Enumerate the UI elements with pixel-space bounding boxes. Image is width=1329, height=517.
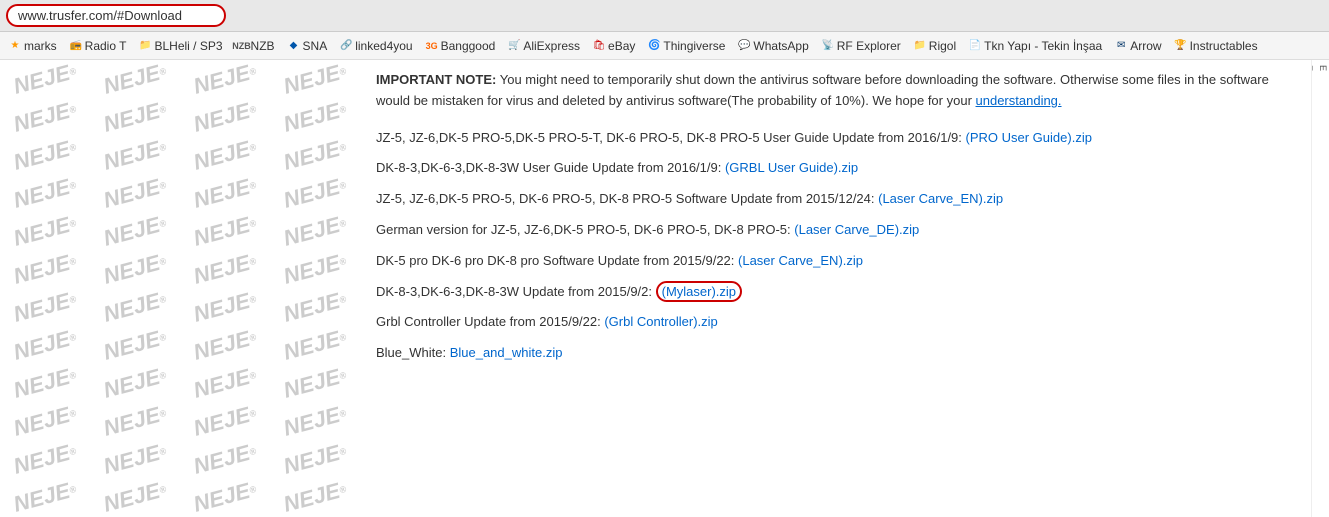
right-edge-text: E	[1317, 64, 1329, 517]
download-prefix: JZ-5, JZ-6,DK-5 PRO-5, DK-6 PRO-5, DK-8 …	[376, 191, 878, 206]
bookmarks-bar: ★ marks 📻 Radio T 📁 BLHeli / SP3 NZB NZB…	[0, 32, 1329, 60]
bookmark-rigol[interactable]: 📁 Rigol	[909, 38, 960, 54]
bookmark-arrow[interactable]: ✉ Arrow	[1110, 38, 1165, 54]
rfexplorer-icon: 📡	[821, 39, 835, 53]
bookmark-marks[interactable]: ★ marks	[4, 38, 61, 54]
download-prefix: DK-5 pro DK-6 pro DK-8 pro Software Upda…	[376, 253, 738, 268]
tkn-icon: 📄	[968, 39, 982, 53]
bookmark-tkn[interactable]: 📄 Tkn Yapı - Tekin İnşaa	[964, 38, 1106, 54]
folder-icon: 📁	[138, 39, 152, 53]
arrow-mail-icon: ✉	[1114, 39, 1128, 53]
download-link-7[interactable]: (Grbl Controller).zip	[604, 314, 717, 329]
download-item-5: DK-5 pro DK-6 pro DK-8 pro Software Upda…	[376, 251, 1295, 272]
aliexpress-icon: 🛒	[507, 39, 521, 53]
download-item-2: DK-8-3,DK-6-3,DK-8-3W User Guide Update …	[376, 158, 1295, 179]
bookmark-aliexpress[interactable]: 🛒 AliExpress	[503, 38, 584, 54]
download-link-1[interactable]: (PRO User Guide).zip	[966, 130, 1092, 145]
bookmark-instructables[interactable]: 🏆 Instructables	[1170, 38, 1262, 54]
bookmark-label: SNA	[303, 39, 328, 53]
bookmark-blheli[interactable]: 📁 BLHeli / SP3	[134, 38, 226, 54]
bookmark-ebay[interactable]: 🛍 eBay	[588, 38, 639, 54]
bookmark-label: marks	[24, 39, 57, 53]
thingiverse-icon: 🌀	[647, 39, 661, 53]
bookmark-label: Rigol	[929, 39, 956, 53]
content-area: IMPORTANT NOTE: You might need to tempor…	[360, 60, 1311, 517]
download-item-4: German version for JZ-5, JZ-6,DK-5 PRO-5…	[376, 220, 1295, 241]
understanding-link[interactable]: understanding.	[976, 93, 1062, 108]
neje-background: // Will be generated by JS below NEJE®NE…	[0, 60, 360, 517]
bookmark-label: eBay	[608, 39, 635, 53]
bookmark-label: RF Explorer	[837, 39, 901, 53]
bookmark-linked4you[interactable]: 🔗 linked4you	[335, 38, 416, 54]
bookmark-radio[interactable]: 📻 Radio T	[65, 38, 131, 54]
download-prefix: DK-8-3,DK-6-3,DK-8-3W Update from 2015/9…	[376, 284, 656, 299]
bookmark-whatsapp[interactable]: 💬 WhatsApp	[733, 38, 812, 54]
download-prefix: DK-8-3,DK-6-3,DK-8-3W User Guide Update …	[376, 160, 725, 175]
bookmark-label: Banggood	[441, 39, 496, 53]
download-link-8[interactable]: Blue_and_white.zip	[450, 345, 563, 360]
download-prefix: Blue_White:	[376, 345, 450, 360]
address-bar-row: www.trusfer.com/#Download	[0, 0, 1329, 32]
download-item-1: JZ-5, JZ-6,DK-5 PRO-5,DK-5 PRO-5-T, DK-6…	[376, 128, 1295, 149]
download-item-3: JZ-5, JZ-6,DK-5 PRO-5, DK-6 PRO-5, DK-8 …	[376, 189, 1295, 210]
bookmark-label: Instructables	[1190, 39, 1258, 53]
instructables-icon: 🏆	[1174, 39, 1188, 53]
whatsapp-icon: 💬	[737, 39, 751, 53]
right-edge-strip: E E E E E E E E E E	[1311, 60, 1329, 517]
neje-pattern: // Will be generated by JS below NEJE®NE…	[0, 60, 360, 517]
banggood-icon: 3G	[425, 39, 439, 53]
download-item-6: DK-8-3,DK-6-3,DK-8-3W Update from 2015/9…	[376, 282, 1295, 303]
download-link-2[interactable]: (GRBL User Guide).zip	[725, 160, 858, 175]
bookmark-thingiverse[interactable]: 🌀 Thingiverse	[643, 38, 729, 54]
right-edge-text: E	[1311, 64, 1315, 517]
bookmark-sna[interactable]: ◆ SNA	[283, 38, 332, 54]
download-item-8: Blue_White: Blue_and_white.zip	[376, 343, 1295, 364]
important-note: IMPORTANT NOTE: You might need to tempor…	[376, 70, 1295, 112]
rigol-folder-icon: 📁	[913, 39, 927, 53]
bookmark-rfexplorer[interactable]: 📡 RF Explorer	[817, 38, 905, 54]
main-area: // Will be generated by JS below NEJE®NE…	[0, 60, 1329, 517]
nzb-icon: NZB	[235, 39, 249, 53]
bookmark-label: AliExpress	[523, 39, 580, 53]
sna-icon: ◆	[287, 39, 301, 53]
bookmark-label: WhatsApp	[753, 39, 808, 53]
star-icon: ★	[8, 39, 22, 53]
bookmark-banggood[interactable]: 3G Banggood	[421, 38, 500, 54]
bookmark-label: Thingiverse	[663, 39, 725, 53]
bookmark-label: Arrow	[1130, 39, 1161, 53]
bookmark-label: linked4you	[355, 39, 412, 53]
bookmark-label: BLHeli / SP3	[154, 39, 222, 53]
download-link-5[interactable]: (Laser Carve_EN).zip	[738, 253, 863, 268]
download-prefix: German version for JZ-5, JZ-6,DK-5 PRO-5…	[376, 222, 794, 237]
download-prefix: JZ-5, JZ-6,DK-5 PRO-5,DK-5 PRO-5-T, DK-6…	[376, 130, 966, 145]
bookmark-label: NZB	[251, 39, 275, 53]
link-icon: 🔗	[339, 39, 353, 53]
download-item-7: Grbl Controller Update from 2015/9/22: (…	[376, 312, 1295, 333]
bookmark-label: Tkn Yapı - Tekin İnşaa	[984, 39, 1102, 53]
download-prefix: Grbl Controller Update from 2015/9/22:	[376, 314, 604, 329]
bookmark-label: Radio T	[85, 39, 127, 53]
url-text: www.trusfer.com/#Download	[18, 8, 182, 23]
bookmark-nzb[interactable]: NZB NZB	[231, 38, 279, 54]
download-link-3[interactable]: (Laser Carve_EN).zip	[878, 191, 1003, 206]
address-bar[interactable]: www.trusfer.com/#Download	[6, 4, 226, 27]
download-link-6-circled[interactable]: (Mylaser).zip	[656, 281, 742, 302]
ebay-icon: 🛍	[592, 39, 606, 53]
download-link-4[interactable]: (Laser Carve_DE).zip	[794, 222, 919, 237]
radio-icon: 📻	[69, 39, 83, 53]
